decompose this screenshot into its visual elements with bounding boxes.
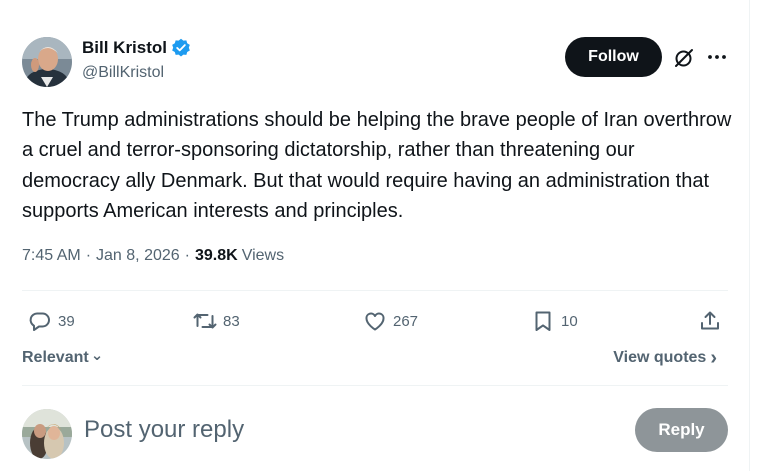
author-name[interactable]: Bill Kristol <box>82 38 167 58</box>
author-handle[interactable]: @BillKristol <box>82 64 164 82</box>
view-quotes-link[interactable]: View quotes › <box>613 347 717 369</box>
reply-input[interactable]: Post your reply <box>84 416 244 444</box>
tweet-detail: Bill Kristol @BillKristol Follow The Tru… <box>0 0 750 471</box>
bookmark-action[interactable]: 10 <box>531 307 578 335</box>
meta-separator: · <box>184 247 190 264</box>
views-label: Views <box>241 247 285 264</box>
tweet-meta: 7:45 AM · Jan 8, 2026 · 39.8K Views <box>22 247 284 265</box>
like-count: 267 <box>393 312 419 330</box>
retweet-icon <box>193 313 217 329</box>
meta-separator: · <box>85 247 92 264</box>
divider <box>22 385 728 386</box>
bookmark-icon <box>535 311 551 331</box>
view-quotes-label: View quotes <box>613 349 707 366</box>
grok-icon[interactable] <box>672 46 696 70</box>
views-count: 39.8K <box>194 247 238 264</box>
author-name-row: Bill Kristol <box>82 38 191 58</box>
reply-count: 39 <box>58 312 75 330</box>
share-icon <box>701 311 719 330</box>
chevron-down-icon: ⌄ <box>90 347 104 364</box>
author-avatar[interactable] <box>22 37 72 87</box>
reply-action[interactable]: 39 <box>28 307 75 335</box>
bookmark-count: 10 <box>561 312 578 330</box>
sort-label: Relevant <box>22 349 89 366</box>
divider <box>22 290 728 291</box>
tweet-time[interactable]: 7:45 AM <box>22 247 81 265</box>
tweet-text: The Trump administrations should be help… <box>22 109 732 222</box>
verified-badge-icon[interactable] <box>171 38 191 58</box>
follow-button[interactable]: Follow <box>565 37 662 77</box>
like-icon <box>365 312 385 331</box>
share-action[interactable] <box>698 307 722 335</box>
reply-button[interactable]: Reply <box>635 408 728 452</box>
sort-dropdown[interactable]: Relevant ⌄ <box>22 347 104 367</box>
tweet-date[interactable]: Jan 8, 2026 <box>96 247 180 265</box>
retweet-action[interactable]: 83 <box>193 307 240 335</box>
like-action[interactable]: 267 <box>363 307 418 335</box>
retweet-count: 83 <box>223 312 240 330</box>
chevron-right-icon: › <box>710 347 717 369</box>
current-user-avatar[interactable] <box>22 409 72 459</box>
more-icon[interactable] <box>706 46 728 68</box>
reply-icon <box>29 312 50 331</box>
